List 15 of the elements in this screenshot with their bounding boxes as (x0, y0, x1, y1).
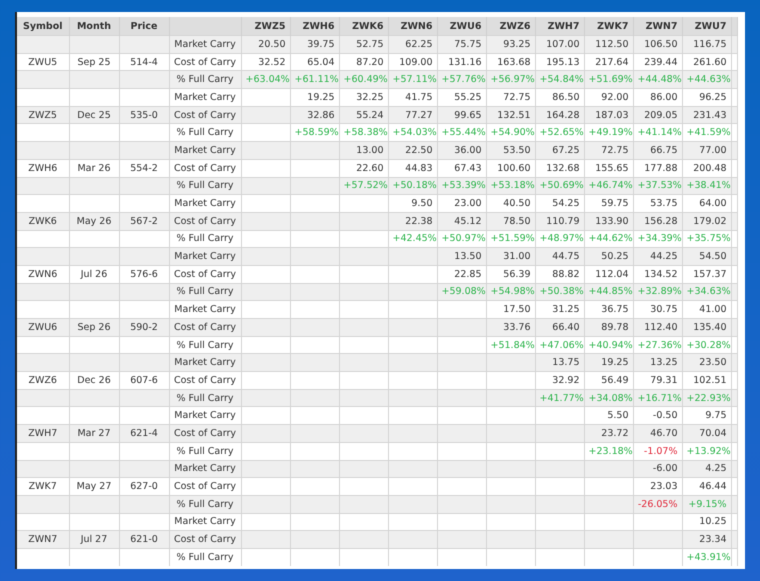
table-cell: +43.91% (682, 548, 731, 566)
column-header: Price (119, 17, 169, 36)
column-header: Month (69, 17, 119, 36)
column-header: ZWU7 (682, 17, 731, 36)
row-label: % Full Carry (169, 548, 241, 566)
column-header: ZWN7 (633, 17, 682, 36)
column-header: ZWZ5 (241, 17, 290, 36)
column-header: ZWZ6 (486, 17, 535, 36)
column-header: ZWN6 (388, 17, 437, 36)
column-header: ZWH7 (535, 17, 584, 36)
column-header: Symbol (17, 17, 69, 36)
column-header: ZWU6 (437, 17, 486, 36)
column-header: ZWH6 (290, 17, 339, 36)
column-header: ZWK6 (339, 17, 388, 36)
column-header: ZWK7 (584, 17, 633, 36)
